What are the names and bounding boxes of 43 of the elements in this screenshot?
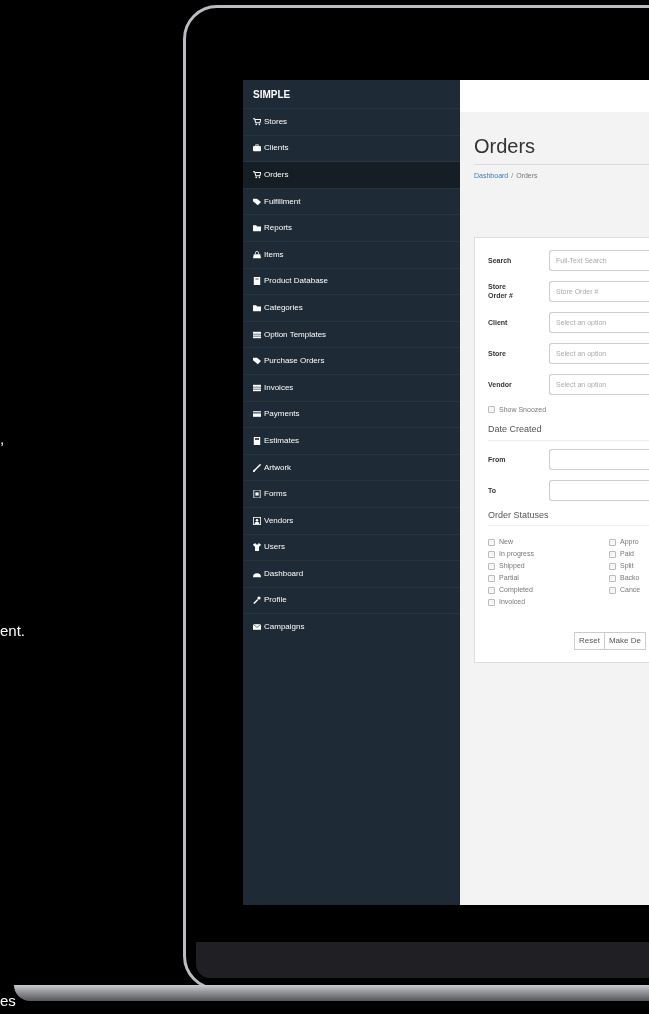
action-button[interactable]: Make De	[604, 632, 646, 650]
checkbox[interactable]	[488, 539, 495, 546]
document-icon	[253, 490, 261, 499]
sidebar-item[interactable]: Orders	[243, 161, 460, 188]
checkbox[interactable]	[488, 563, 495, 570]
shirt-icon	[253, 543, 261, 552]
wrench-icon	[253, 596, 261, 605]
cart-icon	[253, 117, 261, 126]
book-icon	[253, 277, 261, 286]
section-heading: Date Created	[488, 423, 649, 441]
checkbox[interactable]	[609, 563, 616, 570]
cart-icon	[253, 171, 261, 179]
bag-icon	[253, 250, 261, 259]
briefcase-icon	[253, 144, 261, 153]
checkbox[interactable]	[488, 599, 495, 606]
contact-card-icon	[253, 516, 261, 525]
envelope-icon	[253, 623, 261, 632]
checkbox[interactable]	[609, 551, 616, 558]
input-field[interactable]	[549, 448, 649, 470]
table-icon	[253, 383, 261, 392]
calculator-icon	[253, 436, 261, 445]
folder-icon	[253, 224, 261, 233]
text-fragment: ent.	[0, 622, 26, 640]
table-icon	[253, 330, 261, 339]
checkbox[interactable]	[609, 587, 616, 594]
checkbox[interactable]	[488, 575, 495, 582]
tag-icon	[253, 197, 261, 206]
page-title: Orders	[474, 134, 537, 158]
reset-button[interactable]: Reset	[574, 632, 605, 650]
brush-icon	[253, 463, 261, 472]
checkbox[interactable]	[488, 551, 495, 558]
text-fragment: ,	[0, 430, 5, 448]
section-heading: Order Statuses	[488, 508, 649, 526]
text-fragment: es	[0, 992, 16, 1010]
checkbox[interactable]	[488, 406, 495, 414]
checkbox[interactable]	[488, 587, 495, 594]
tag-icon	[253, 357, 261, 366]
input-field[interactable]	[549, 479, 649, 501]
folder-icon	[253, 303, 261, 312]
checkbox[interactable]	[609, 575, 616, 582]
brand-name: SIMPLE	[252, 87, 292, 102]
checkbox[interactable]	[609, 539, 616, 546]
card-icon	[253, 410, 261, 419]
